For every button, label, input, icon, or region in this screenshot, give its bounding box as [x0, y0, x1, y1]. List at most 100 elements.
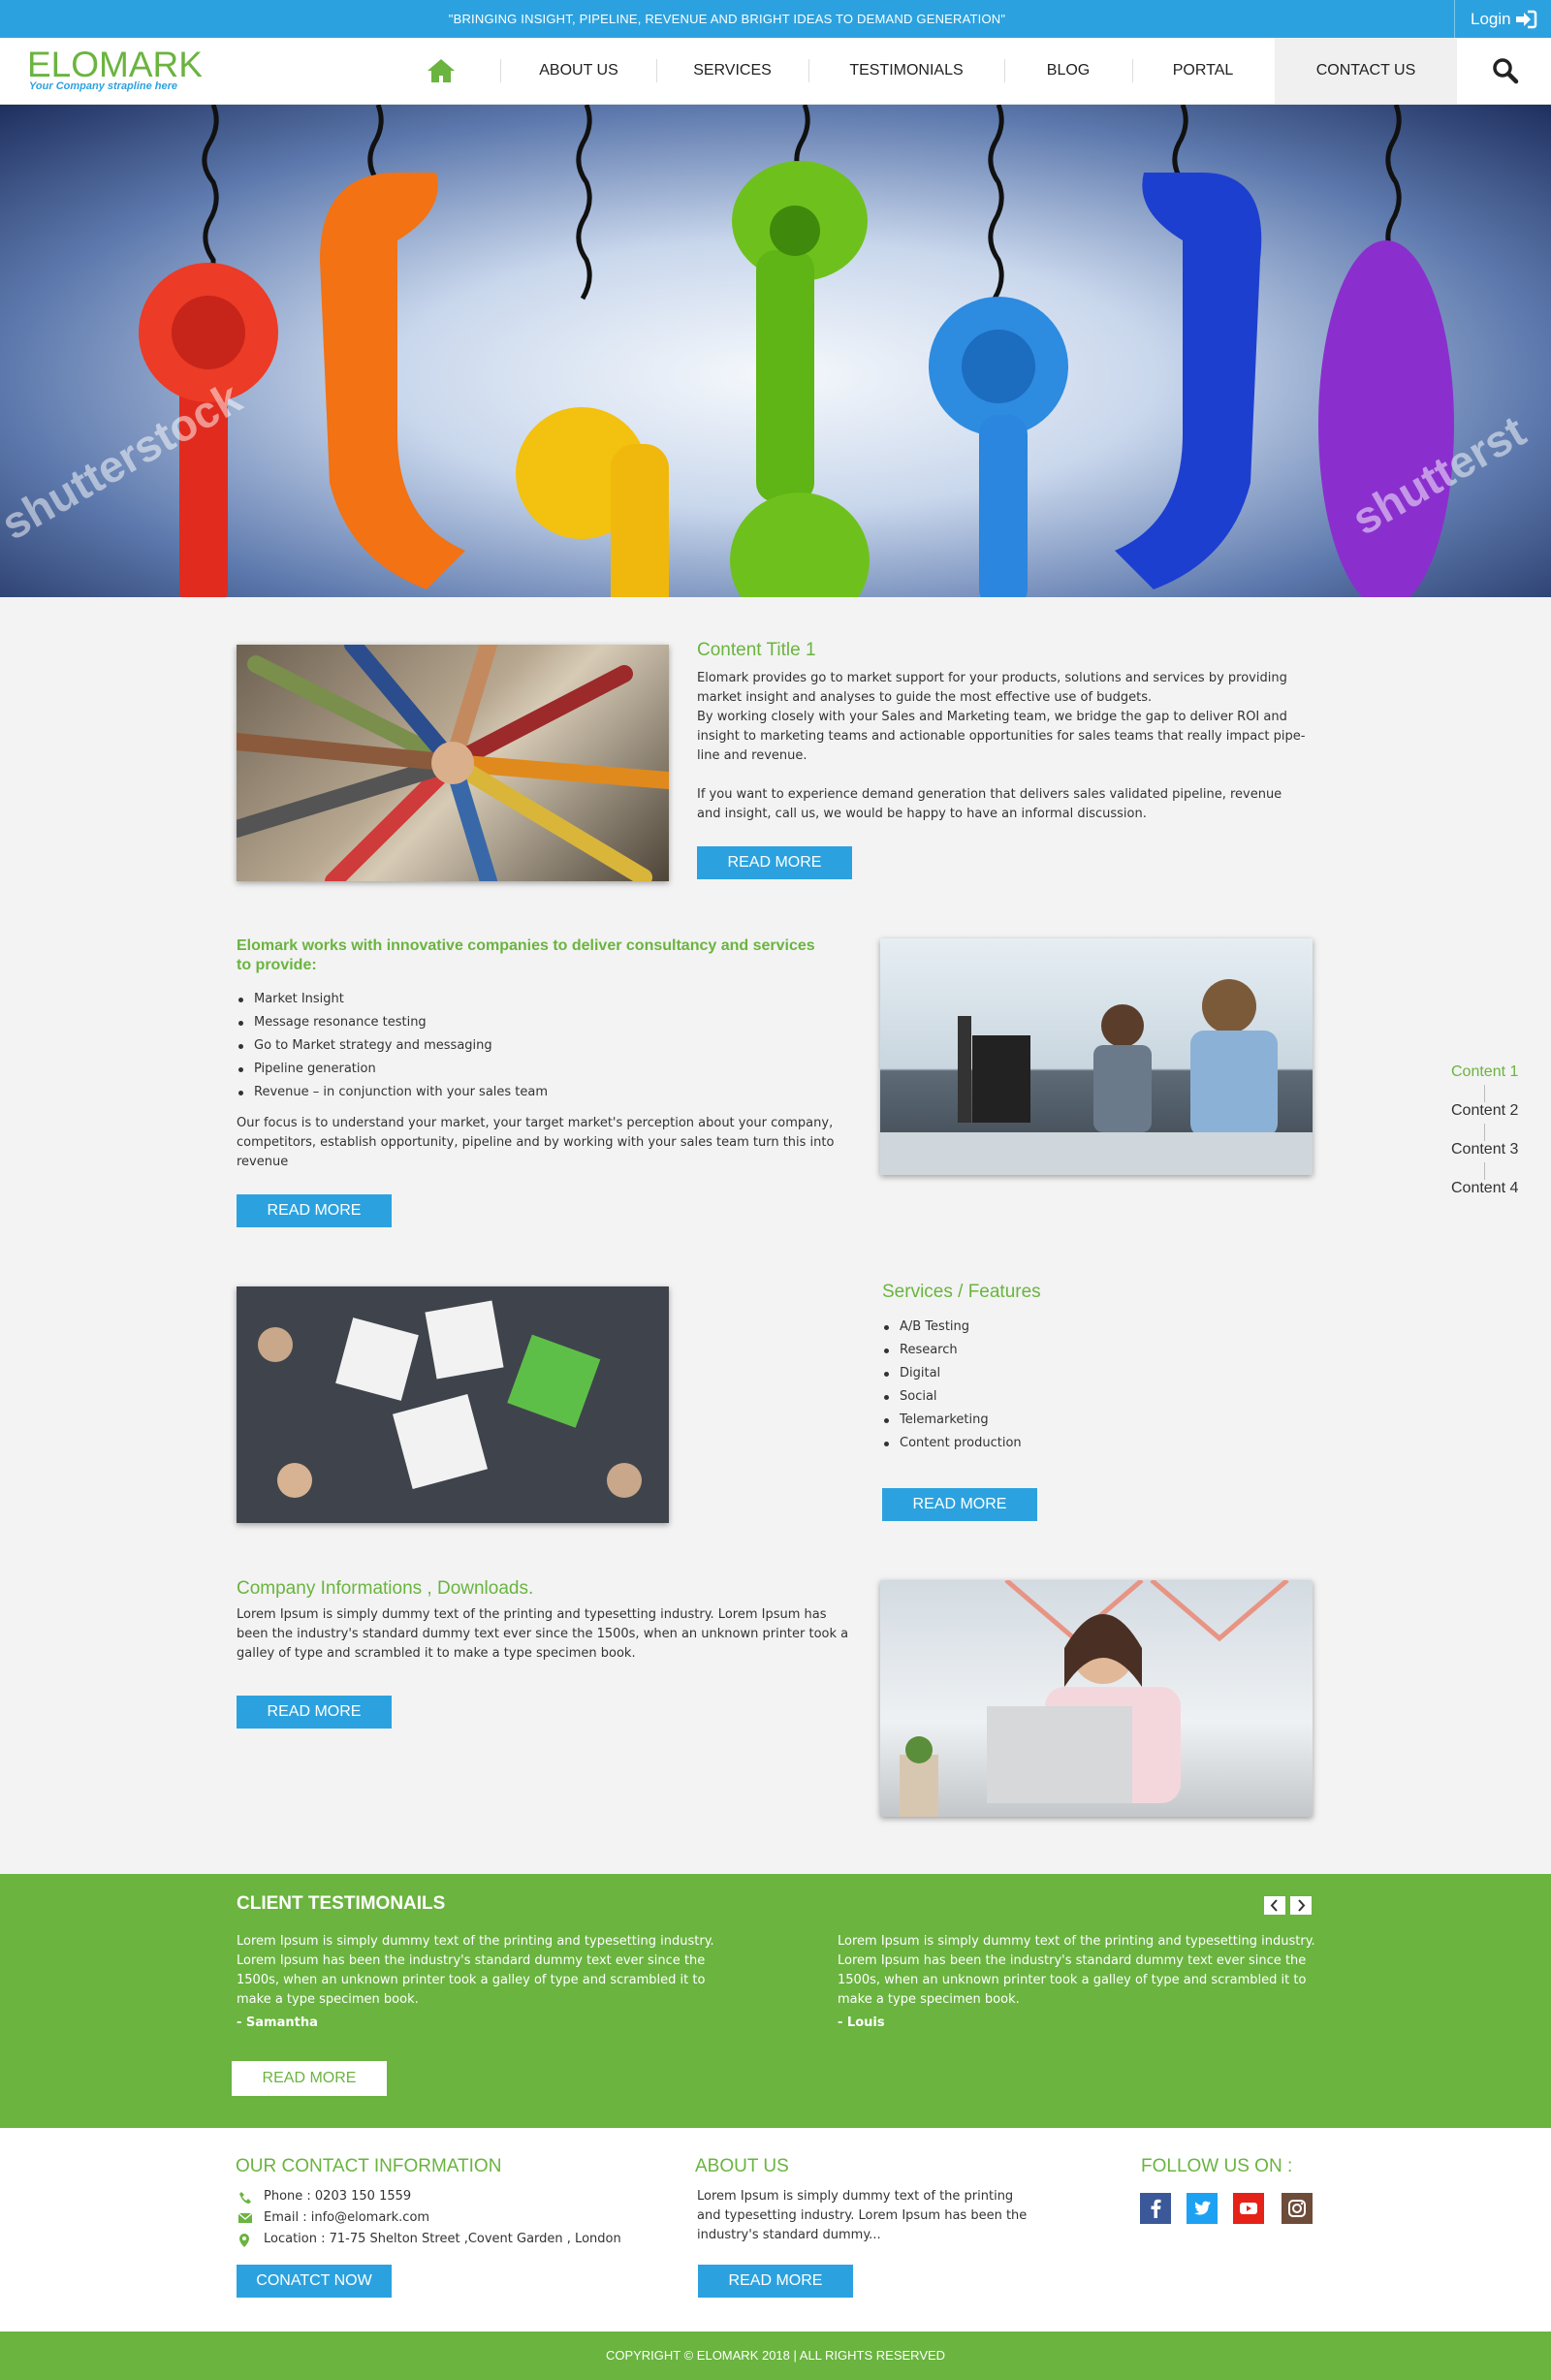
side-nav-connector — [1484, 1085, 1485, 1102]
contact-phone-text: Phone : 0203 150 1559 — [264, 2189, 412, 2204]
content3-read-more-button[interactable]: READ MORE — [882, 1488, 1037, 1521]
list-item: A/B Testing — [882, 1316, 1250, 1339]
content4-title: Company Informations , Downloads. — [237, 1578, 534, 1599]
content1-image-hands — [237, 645, 669, 881]
testimonial-author-2: - Louis — [838, 2015, 885, 2030]
list-item: Research — [882, 1339, 1250, 1362]
twitter-icon — [1194, 2201, 1211, 2215]
list-item: Market Insight — [237, 988, 779, 1011]
testimonials-title: CLIENT TESTIMONAILS — [237, 1893, 446, 1914]
content2-bullet-list: Market Insight Message resonance testing… — [237, 988, 779, 1104]
content1-read-more-button[interactable]: READ MORE — [697, 846, 852, 879]
content1-paragraph-1: Elomark provides go to market support fo… — [697, 671, 1287, 705]
chevron-right-icon — [1298, 1899, 1306, 1912]
nav-testimonials[interactable]: TESTIMONIALS — [809, 38, 1003, 104]
testimonial-quote-2: Lorem Ipsum is simply dummy text of the … — [838, 1934, 1315, 2007]
section-side-nav: Content 1 Content 2 Content 3 Content 4 — [1451, 1063, 1529, 1201]
contact-phone: Phone : 0203 150 1559 — [237, 2187, 411, 2206]
next-testimonial-button[interactable] — [1290, 1896, 1312, 1915]
content2-read-more-button[interactable]: READ MORE — [237, 1194, 392, 1227]
main-navbar: ELOMARK Your Company strapline here ABOU… — [0, 38, 1551, 105]
contact-location: Location : 71-75 Shelton Street ,Covent … — [237, 2230, 621, 2249]
home-icon — [427, 59, 455, 82]
logo-strapline: Your Company strapline here — [29, 80, 178, 92]
nav-about-us[interactable]: ABOUT US — [502, 38, 655, 104]
login-label: Login — [1471, 10, 1511, 28]
chevron-left-icon — [1270, 1899, 1278, 1912]
teamwork-hands-illustration — [237, 645, 669, 881]
list-item: Digital — [882, 1362, 1250, 1385]
contact-location-text: Location : 71-75 Shelton Street ,Covent … — [264, 2232, 621, 2246]
contact-email: Email : info@elomark.com — [237, 2208, 429, 2228]
prev-testimonial-button[interactable] — [1264, 1896, 1285, 1915]
list-item: Content production — [882, 1432, 1250, 1455]
phone-icon — [239, 2192, 251, 2204]
map-pin-icon — [239, 2234, 249, 2247]
content1-title: Content Title 1 — [697, 640, 816, 660]
side-nav-connector — [1484, 1162, 1485, 1180]
contact-email-text[interactable]: Email : info@elomark.com — [264, 2210, 429, 2225]
call-center-illustration — [880, 979, 1313, 1175]
nav-blog[interactable]: BLOG — [1005, 38, 1131, 104]
youtube-link[interactable] — [1233, 2193, 1264, 2224]
youtube-icon — [1240, 2203, 1257, 2214]
content3-image-puzzle — [237, 1286, 669, 1523]
list-item: Social — [882, 1385, 1250, 1409]
search-button[interactable] — [1459, 38, 1551, 104]
content1-paragraph-3: If you want to experience demand generat… — [697, 787, 1282, 821]
list-item: Go to Market strategy and messaging — [237, 1034, 779, 1058]
instagram-icon — [1288, 2200, 1306, 2217]
facebook-icon — [1151, 2199, 1161, 2218]
side-nav-item-content-1[interactable]: Content 1 — [1451, 1063, 1529, 1085]
copyright-bar: COPYRIGHT © ELOMARK 2018 | ALL RIGHTS RE… — [0, 2332, 1551, 2380]
logo-text: ELOMARK — [27, 45, 203, 84]
contact-now-button[interactable]: CONATCT NOW — [237, 2265, 392, 2298]
login-button[interactable]: Login — [1454, 0, 1551, 38]
list-item: Telemarketing — [882, 1409, 1250, 1432]
instagram-link[interactable] — [1282, 2193, 1313, 2224]
nav-services[interactable]: SERVICES — [657, 38, 807, 104]
top-announcement-bar: "BRINGING INSIGHT, PIPELINE, REVENUE AND… — [0, 0, 1551, 38]
content2-image-call-center — [880, 938, 1313, 1175]
content2-paragraph: Our focus is to understand your market, … — [237, 1116, 835, 1169]
testimonials-read-more-button[interactable]: READ MORE — [232, 2061, 387, 2096]
nav-portal[interactable]: PORTAL — [1133, 38, 1273, 104]
side-nav-item-content-3[interactable]: Content 3 — [1451, 1141, 1529, 1162]
follow-title: FOLLOW US ON : — [1141, 2156, 1293, 2176]
content4-image-woman-phone — [880, 1580, 1313, 1817]
nav-divider — [500, 59, 501, 82]
list-item: Revenue – in conjunction with your sales… — [237, 1081, 779, 1104]
nav-contact-us[interactable]: CONTACT US — [1275, 38, 1457, 104]
contact-title: OUR CONTACT INFORMATION — [236, 2156, 502, 2176]
content3-bullet-list: A/B Testing Research Digital Social Tele… — [882, 1316, 1250, 1455]
puzzle-pieces-illustration — [258, 1300, 642, 1498]
sign-in-icon — [1516, 10, 1537, 29]
testimonials-section: CLIENT TESTIMONAILS Lorem Ipsum is simpl… — [0, 1874, 1551, 2128]
woman-on-phone-illustration — [900, 1580, 1289, 1817]
side-nav-connector — [1484, 1124, 1485, 1141]
testimonial-author-1: - Samantha — [237, 2015, 318, 2030]
nav-home[interactable] — [407, 38, 475, 104]
tagline: "BRINGING INSIGHT, PIPELINE, REVENUE AND… — [448, 12, 1006, 26]
content1-paragraph-2: By working closely with your Sales and M… — [697, 710, 1306, 763]
testimonial-quote-1: Lorem Ipsum is simply dummy text of the … — [237, 1934, 714, 2007]
list-item: Message resonance testing — [237, 1011, 779, 1034]
about-text: Lorem Ipsum is simply dummy text of the … — [697, 2189, 1028, 2242]
hanging-phones-illustration: shutterstock shutterst — [0, 105, 1534, 597]
envelope-icon — [238, 2212, 252, 2223]
about-title: ABOUT US — [695, 2156, 789, 2176]
content3-title: Services / Features — [882, 1282, 1041, 1302]
copyright-text: COPYRIGHT © ELOMARK 2018 | ALL RIGHTS RE… — [605, 2348, 946, 2363]
logo[interactable]: ELOMARK Your Company strapline here — [27, 45, 203, 93]
content2-title: Elomark works with innovative companies … — [237, 937, 815, 973]
list-item: Pipeline generation — [237, 1058, 779, 1081]
twitter-link[interactable] — [1187, 2193, 1218, 2224]
content4-read-more-button[interactable]: READ MORE — [237, 1696, 392, 1729]
facebook-link[interactable] — [1140, 2193, 1171, 2224]
search-icon — [1493, 58, 1519, 84]
content4-paragraph: Lorem Ipsum is simply dummy text of the … — [237, 1607, 849, 1661]
side-nav-item-content-4[interactable]: Content 4 — [1451, 1180, 1529, 1201]
about-read-more-button[interactable]: READ MORE — [698, 2265, 853, 2298]
side-nav-item-content-2[interactable]: Content 2 — [1451, 1102, 1529, 1124]
hero-banner-image: shutterstock shutterst — [0, 105, 1551, 597]
